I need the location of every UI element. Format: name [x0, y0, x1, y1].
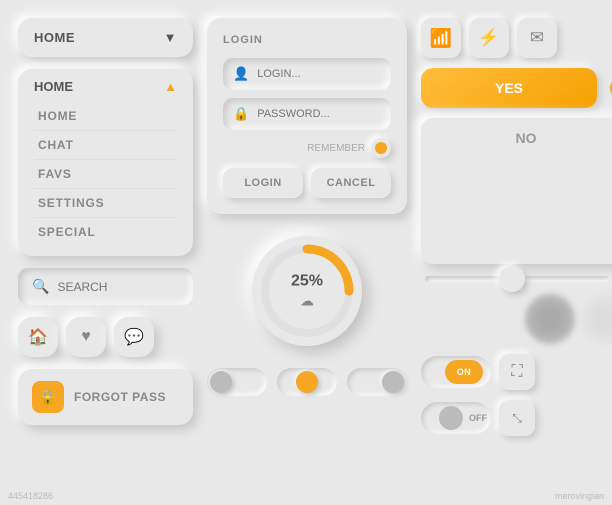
- remember-row: REMEMBER: [223, 138, 391, 158]
- menu-header: HOME ▲: [34, 79, 177, 94]
- cancel-button[interactable]: CANCEL: [311, 168, 391, 198]
- menu-title: HOME: [34, 79, 73, 94]
- expand-icon: ⛶: [511, 363, 522, 381]
- compress-button[interactable]: ⤡: [499, 400, 535, 436]
- toggle-off-knob: [439, 406, 463, 430]
- cloud-icon: ☁: [291, 293, 323, 310]
- remember-label: REMEMBER: [307, 143, 365, 154]
- dropdown-closed[interactable]: HOME ▼: [18, 18, 193, 57]
- sidebar-column: HOME ▼ HOME ▲ HOME CHAT FAVS SETTINGS SP…: [18, 18, 193, 436]
- toggle-knob-gray-right: [382, 371, 404, 393]
- login-title: LOGIN: [223, 34, 391, 46]
- slider-row: [421, 274, 612, 284]
- dropdown-closed-label: HOME: [34, 30, 75, 45]
- toggle-off-button[interactable]: OFF: [421, 402, 491, 434]
- toggles-row: [207, 368, 407, 396]
- forgot-password-button[interactable]: 🔒 FORGOT PASS: [18, 369, 193, 425]
- heart-icon: ♥: [81, 328, 91, 346]
- bluetooth-icon: ⚡: [478, 28, 499, 48]
- progress-percent: 25%: [291, 273, 323, 290]
- login-buttons-row: LOGIN CANCEL: [223, 168, 391, 198]
- toggle-on-button[interactable]: ON: [421, 356, 491, 388]
- blur-circle-dark: [525, 294, 575, 344]
- chat-icon: 💬: [124, 327, 144, 347]
- chevron-down-icon: ▼: [164, 30, 177, 45]
- sidebar-item-favs[interactable]: FAVS: [34, 160, 177, 189]
- yes-no-row: YES: [421, 68, 612, 108]
- compress-icon: ⤡: [512, 411, 522, 426]
- login-panel: LOGIN 👤 🔒 REMEMBER LOGIN: [207, 18, 407, 214]
- toggle-gray-left[interactable]: [207, 368, 267, 396]
- toggle-on-knob: ON: [445, 360, 483, 384]
- sidebar-item-settings[interactable]: SETTINGS: [34, 189, 177, 218]
- username-field-group: 👤: [223, 58, 391, 90]
- lock-input-icon: 🔒: [233, 106, 249, 122]
- mail-icon: ✉: [530, 28, 544, 48]
- user-icon: 👤: [233, 66, 249, 82]
- toggle-knob-orange-mid: [296, 371, 318, 393]
- wifi-button[interactable]: 📶: [421, 18, 461, 58]
- remember-toggle-inner: [375, 142, 387, 154]
- slider-track: [425, 276, 609, 282]
- expand-button[interactable]: ⛶: [499, 354, 535, 390]
- yes-button[interactable]: YES: [421, 68, 597, 108]
- wifi-icon: 📶: [430, 28, 452, 49]
- username-input[interactable]: [257, 68, 381, 80]
- remember-toggle[interactable]: [371, 138, 391, 158]
- top-icons-row: 📶 ⚡ ✉: [421, 18, 612, 58]
- chat-button[interactable]: 💬: [114, 317, 154, 357]
- bluetooth-button[interactable]: ⚡: [469, 18, 509, 58]
- blur-circle-light: [581, 294, 612, 344]
- sidebar-item-chat[interactable]: CHAT: [34, 131, 177, 160]
- forgot-pass-label: FORGOT PASS: [74, 390, 166, 404]
- watermark: merovingian: [555, 491, 604, 501]
- toggle-knob-gray-left: [210, 371, 232, 393]
- home-button[interactable]: 🏠: [18, 317, 58, 357]
- heart-button[interactable]: ♥: [66, 317, 106, 357]
- nav-menu: HOME ▲ HOME CHAT FAVS SETTINGS SPECIAL: [18, 69, 193, 256]
- blur-area: [421, 294, 612, 344]
- slider-knob[interactable]: [499, 266, 525, 292]
- off-label: OFF: [469, 413, 487, 423]
- off-row: OFF ⤡: [421, 400, 612, 436]
- sidebar-item-special[interactable]: SPECIAL: [34, 218, 177, 246]
- sidebar-item-home[interactable]: HOME: [34, 102, 177, 131]
- progress-area: 25% ☁: [207, 226, 407, 356]
- password-field-group: 🔒: [223, 98, 391, 130]
- chevron-up-icon: ▲: [164, 79, 177, 94]
- toggle-gray-right[interactable]: [347, 368, 407, 396]
- login-column: LOGIN 👤 🔒 REMEMBER LOGIN: [207, 18, 407, 436]
- lock-icon: 🔒: [32, 381, 64, 413]
- on-off-row: ON ⛶: [421, 354, 612, 390]
- toggle-orange-mid[interactable]: [277, 368, 337, 396]
- dot-indicator: [607, 76, 612, 100]
- search-box: 🔍: [18, 268, 193, 305]
- action-icons-row: 🏠 ♥ 💬: [18, 317, 193, 357]
- progress-label: 25% ☁: [291, 273, 323, 310]
- search-icon: 🔍: [32, 278, 49, 295]
- home-icon: 🏠: [28, 327, 48, 347]
- on-label: ON: [457, 367, 472, 377]
- search-input[interactable]: [57, 280, 179, 294]
- no-button[interactable]: NO: [421, 118, 612, 264]
- mail-button[interactable]: ✉: [517, 18, 557, 58]
- login-button[interactable]: LOGIN: [223, 168, 303, 198]
- toggle-on-track: ON: [425, 360, 487, 384]
- stock-number: 445418286: [8, 491, 53, 501]
- controls-column: 📶 ⚡ ✉ YES NO: [421, 18, 612, 436]
- password-input[interactable]: [257, 108, 381, 120]
